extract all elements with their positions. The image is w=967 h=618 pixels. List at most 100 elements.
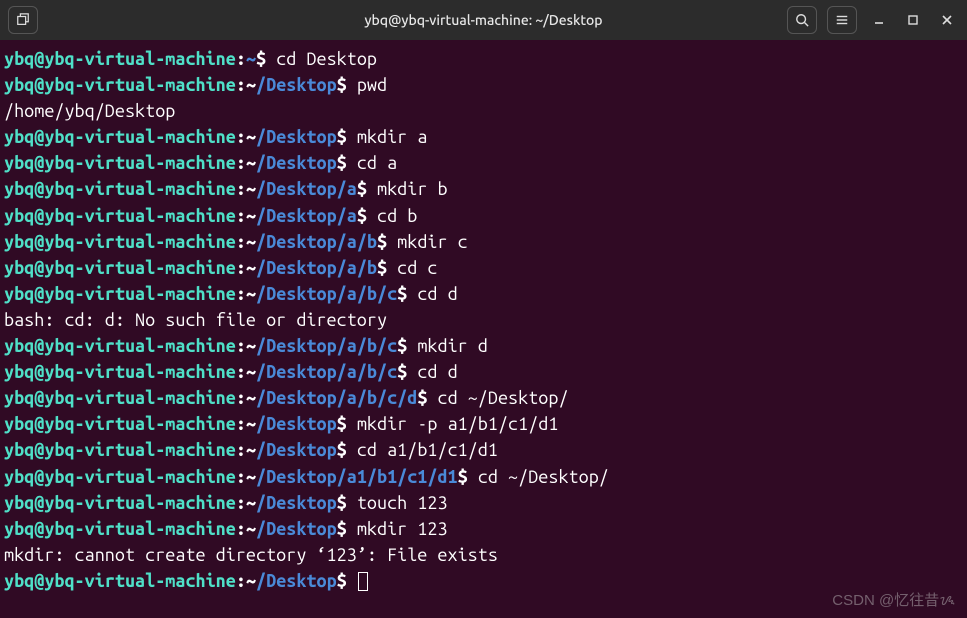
prompt-command: mkdir -p a1/b1/c1/d1 (357, 414, 559, 434)
search-icon (795, 13, 809, 27)
prompt-separator: : (236, 388, 246, 408)
prompt-path: /Desktop (256, 75, 337, 95)
prompt-separator: : (236, 127, 246, 147)
prompt-user: ybq@ybq-virtual-machine (4, 284, 236, 304)
prompt-user: ybq@ybq-virtual-machine (4, 232, 236, 252)
prompt-path: /Desktop/a (256, 206, 357, 226)
close-button[interactable] (935, 8, 959, 32)
prompt-path: /Desktop (256, 440, 337, 460)
prompt-symbol: $ (337, 493, 357, 513)
hamburger-menu-button[interactable] (827, 6, 857, 34)
window-title: ybq@ybq-virtual-machine: ~/Desktop (196, 12, 771, 28)
prompt-separator: : (236, 493, 246, 513)
prompt-path: /Desktop/a/b/c/d (256, 388, 417, 408)
prompt-user: ybq@ybq-virtual-machine (4, 206, 236, 226)
prompt-command: cd ~/Desktop/ (478, 467, 609, 487)
prompt-user: ybq@ybq-virtual-machine (4, 414, 236, 434)
prompt-separator: : (236, 440, 246, 460)
terminal-line: ybq@ybq-virtual-machine:~/Desktop/a/b/c$… (4, 333, 963, 359)
prompt-path: /Desktop/a/b/c (256, 336, 397, 356)
maximize-icon (907, 14, 919, 26)
prompt-tilde: ~ (246, 206, 256, 226)
prompt-symbol: $ (337, 75, 357, 95)
prompt-symbol: $ (397, 362, 417, 382)
terminal-line: ybq@ybq-virtual-machine:~/Desktop/a/b$ m… (4, 229, 963, 255)
terminal-line: ybq@ybq-virtual-machine:~/Desktop/a/b/c$… (4, 359, 963, 385)
terminal-line: /home/ybq/Desktop (4, 98, 963, 124)
prompt-separator: : (236, 571, 246, 591)
prompt-path: /Desktop/a/b/c (256, 362, 397, 382)
prompt-command: pwd (357, 75, 387, 95)
prompt-path: /Desktop (256, 493, 337, 513)
terminal-line: ybq@ybq-virtual-machine:~/Desktop/a/b$ c… (4, 255, 963, 281)
prompt-user: ybq@ybq-virtual-machine (4, 127, 236, 147)
prompt-path: /Desktop (256, 127, 337, 147)
prompt-command: cd d (417, 362, 457, 382)
prompt-separator: : (236, 284, 246, 304)
prompt-tilde: ~ (246, 493, 256, 513)
prompt-path: /Desktop/a/b (256, 232, 377, 252)
minimize-button[interactable] (867, 8, 891, 32)
prompt-user: ybq@ybq-virtual-machine (4, 179, 236, 199)
search-button[interactable] (787, 6, 817, 34)
prompt-user: ybq@ybq-virtual-machine (4, 388, 236, 408)
terminal-line: ybq@ybq-virtual-machine:~/Desktop/a/b/c$… (4, 281, 963, 307)
prompt-command: mkdir a (357, 127, 428, 147)
close-icon (941, 14, 953, 26)
prompt-command: cd ~/Desktop/ (437, 388, 568, 408)
watermark: CSDN @忆往昔ᝰ (832, 589, 955, 610)
maximize-button[interactable] (901, 8, 925, 32)
titlebar-right (779, 6, 959, 34)
prompt-separator: : (236, 362, 246, 382)
prompt-command: mkdir b (377, 179, 448, 199)
prompt-command: cd c (397, 258, 437, 278)
prompt-separator: : (236, 258, 246, 278)
prompt-separator: : (236, 336, 246, 356)
prompt-path: /Desktop (256, 153, 337, 173)
prompt-user: ybq@ybq-virtual-machine (4, 75, 236, 95)
prompt-tilde: ~ (246, 571, 256, 591)
prompt-symbol: $ (377, 232, 397, 252)
terminal-line: ybq@ybq-virtual-machine:~/Desktop/a$ mkd… (4, 176, 963, 202)
prompt-separator: : (236, 179, 246, 199)
prompt-tilde: ~ (246, 336, 256, 356)
prompt-user: ybq@ybq-virtual-machine (4, 153, 236, 173)
new-tab-button[interactable] (8, 6, 38, 34)
terminal-line: ybq@ybq-virtual-machine:~/Desktop/a1/b1/… (4, 464, 963, 490)
terminal-line: ybq@ybq-virtual-machine:~/Desktop$ cd a1… (4, 437, 963, 463)
prompt-tilde: ~ (246, 75, 256, 95)
prompt-path: /Desktop (256, 571, 337, 591)
prompt-tilde: ~ (246, 414, 256, 434)
minimize-icon (873, 14, 885, 26)
prompt-command: cd d (417, 284, 457, 304)
prompt-symbol: $ (337, 127, 357, 147)
prompt-tilde: ~ (246, 519, 256, 539)
prompt-tilde: ~ (246, 232, 256, 252)
prompt-path: /Desktop/a (256, 179, 357, 199)
prompt-tilde: ~ (246, 467, 256, 487)
prompt-command: touch 123 (357, 493, 448, 513)
prompt-separator: : (236, 519, 246, 539)
prompt-user: ybq@ybq-virtual-machine (4, 258, 236, 278)
prompt-symbol: $ (357, 206, 377, 226)
prompt-symbol: $ (337, 519, 357, 539)
prompt-path: /Desktop/a/b (256, 258, 377, 278)
terminal-line: mkdir: cannot create directory ‘123’: Fi… (4, 542, 963, 568)
prompt-symbol: $ (256, 49, 276, 69)
prompt-symbol: $ (337, 153, 357, 173)
prompt-command: mkdir c (397, 232, 468, 252)
terminal-content[interactable]: ybq@ybq-virtual-machine:~$ cd Desktop ybq… (0, 40, 967, 600)
prompt-user: ybq@ybq-virtual-machine (4, 362, 236, 382)
terminal-line: ybq@ybq-virtual-machine:~$ cd Desktop (4, 46, 963, 72)
prompt-symbol: $ (397, 284, 417, 304)
prompt-separator: : (236, 232, 246, 252)
terminal-line: bash: cd: d: No such file or directory (4, 307, 963, 333)
prompt-symbol: $ (458, 467, 478, 487)
prompt-path: /Desktop (256, 414, 337, 434)
prompt-tilde: ~ (246, 127, 256, 147)
terminal-line: ybq@ybq-virtual-machine:~/Desktop$ touch… (4, 490, 963, 516)
prompt-tilde: ~ (246, 258, 256, 278)
prompt-tilde: ~ (246, 153, 256, 173)
prompt-separator: : (236, 206, 246, 226)
terminal-line: ybq@ybq-virtual-machine:~/Desktop/a/b/c/… (4, 385, 963, 411)
